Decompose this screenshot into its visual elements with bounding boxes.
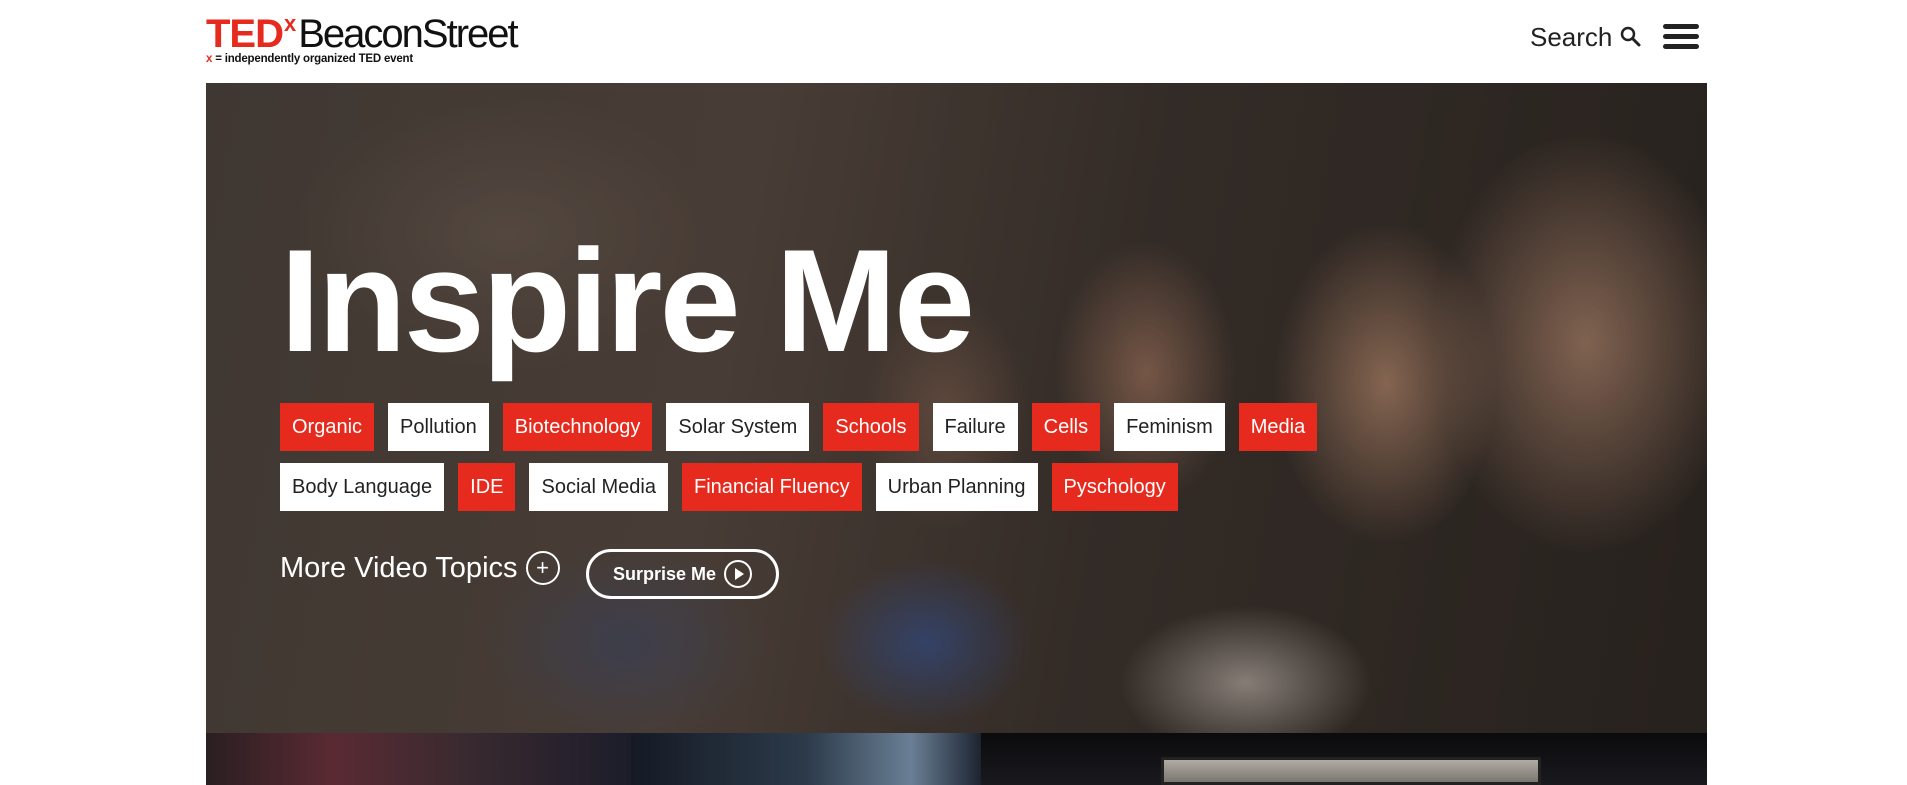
topic-tag[interactable]: Financial Fluency	[682, 463, 862, 511]
topic-tag[interactable]: Pyschology	[1051, 463, 1178, 511]
logo-wordmark: TEDxBeaconStreet	[206, 11, 519, 56]
plus-circle-icon: +	[525, 551, 560, 585]
stage-screen-image	[1161, 757, 1541, 785]
video-thumbnail[interactable]	[981, 733, 1707, 785]
topic-tag[interactable]: Schools	[823, 403, 919, 451]
topic-tag[interactable]: Social Media	[529, 463, 668, 511]
hamburger-menu-icon[interactable]	[1663, 24, 1699, 54]
logo-tagline: x = independently organized TED event	[206, 53, 413, 65]
hero-title: Inspire Me	[280, 219, 975, 382]
hero-banner: Inspire Me Organic Pollution Biotechnolo…	[206, 83, 1707, 733]
topic-tag[interactable]: Cells	[1031, 403, 1101, 451]
topic-tag[interactable]: Body Language	[280, 463, 445, 511]
search-button[interactable]: Search	[1530, 22, 1642, 52]
video-thumbnail-strip	[206, 733, 1707, 785]
tag-row-2: Body Language IDE Social Media Financial…	[280, 463, 1380, 511]
topic-tag[interactable]: Failure	[932, 403, 1018, 451]
topic-tag[interactable]: Feminism	[1114, 403, 1225, 451]
video-thumbnail[interactable]	[631, 733, 981, 785]
topic-tag[interactable]: Organic	[280, 403, 375, 451]
logo-name: BeaconStreet	[298, 12, 518, 56]
play-circle-icon	[724, 560, 753, 588]
topic-tag[interactable]: Media	[1238, 403, 1318, 451]
logo-tagline-x: x	[206, 53, 213, 65]
topic-tag[interactable]: Biotechnology	[502, 403, 653, 451]
video-thumbnail[interactable]	[206, 733, 631, 785]
more-video-topics-link[interactable]: More Video Topics +	[280, 551, 560, 585]
surprise-me-button[interactable]: Surprise Me	[586, 549, 779, 599]
search-label: Search	[1530, 21, 1613, 52]
site-header: TEDxBeaconStreet x = independently organ…	[0, 0, 1907, 83]
topic-tags: Organic Pollution Biotechnology Solar Sy…	[280, 403, 1380, 523]
logo-ted: TED	[206, 12, 284, 56]
logo-tagline-text: = independently organized TED event	[215, 53, 414, 65]
topic-tag[interactable]: Urban Planning	[875, 463, 1038, 511]
more-video-topics-label: More Video Topics	[280, 551, 518, 584]
topic-tag[interactable]: Solar System	[666, 403, 810, 451]
tedx-beacon-street-logo[interactable]: TEDxBeaconStreet x = independently organ…	[206, 11, 546, 70]
logo-x: x	[284, 11, 297, 36]
topic-tag[interactable]: Pollution	[388, 403, 489, 451]
surprise-me-label: Surprise Me	[612, 563, 717, 584]
tag-row-1: Organic Pollution Biotechnology Solar Sy…	[280, 403, 1380, 451]
search-icon	[1618, 25, 1642, 49]
topic-tag[interactable]: IDE	[458, 463, 516, 511]
